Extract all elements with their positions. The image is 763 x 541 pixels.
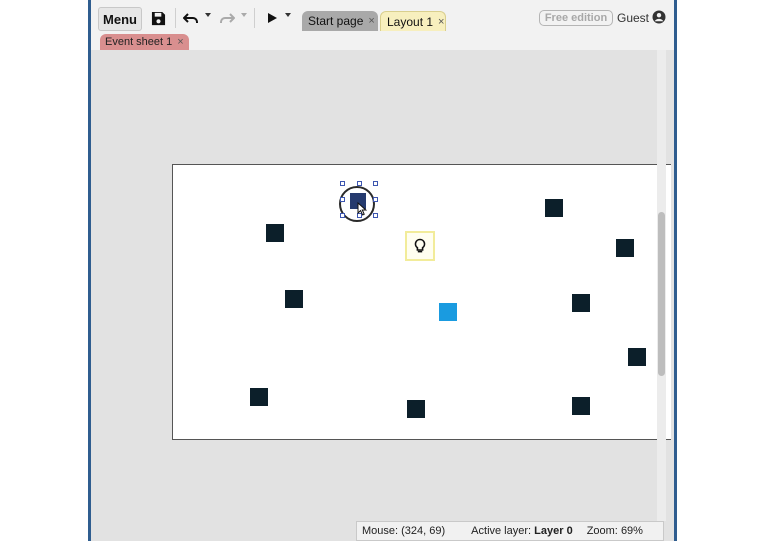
undo-icon[interactable] [183,9,199,27]
sprite[interactable] [285,290,303,308]
toolbar-divider [175,8,176,28]
play-dropdown-icon[interactable] [285,13,291,17]
sprite[interactable] [545,199,563,217]
lightbulb-icon [414,238,426,253]
layout-canvas[interactable] [172,164,671,440]
mouse-label: Mouse: [362,525,399,537]
tab-event-sheet-1[interactable]: Event sheet 1 × [100,34,189,50]
player-sprite[interactable] [439,303,457,321]
zoom-value: 69% [620,525,643,537]
tab-label: Event sheet 1 [105,36,173,48]
scrollbar-thumb[interactable] [658,212,665,376]
status-bar: Mouse: (324, 69) Active layer: Layer 0 Z… [356,521,664,541]
tab-label: Start page [308,14,364,28]
resize-handle[interactable] [357,181,362,186]
resize-handle[interactable] [340,213,345,218]
resize-handle[interactable] [373,181,378,186]
menu-button[interactable]: Menu [98,7,142,31]
mouse-coordinates: (324, 69) [401,525,446,537]
resize-handle[interactable] [340,181,345,186]
user-icon[interactable] [652,10,666,24]
play-icon[interactable] [266,9,278,27]
toolbar-divider [254,8,255,28]
zoom-label: Zoom: [586,525,618,537]
tab-label: Layout 1 [387,14,434,29]
app-window: Menu Start page × Layout 1 × Free editio… [88,0,677,541]
mouse-cursor-icon [357,201,368,216]
close-icon[interactable]: × [177,36,183,48]
sprite[interactable] [572,294,590,312]
sprite[interactable] [250,388,268,406]
user-name[interactable]: Guest [617,11,649,25]
sprite[interactable] [266,224,284,242]
light-object[interactable] [405,231,435,261]
sprite[interactable] [616,239,634,257]
vertical-scrollbar[interactable] [657,50,666,521]
tab-start-page[interactable]: Start page × [302,11,378,31]
redo-icon [219,9,235,27]
sprite[interactable] [628,348,646,366]
active-layer-value: Layer 0 [534,525,573,537]
tab-layout-1[interactable]: Layout 1 × [380,11,446,31]
close-icon[interactable]: × [438,16,444,28]
redo-dropdown-icon [241,13,247,17]
sprite[interactable] [407,400,425,418]
save-icon[interactable] [151,9,166,27]
layout-viewport[interactable] [91,50,671,521]
main-toolbar: Menu Start page × Layout 1 × Free editio… [91,0,674,36]
resize-handle[interactable] [340,197,345,202]
close-icon[interactable]: × [368,15,374,27]
resize-handle[interactable] [373,213,378,218]
undo-dropdown-icon[interactable] [205,13,211,17]
active-layer-label: Active layer: [471,525,532,537]
resize-handle[interactable] [373,197,378,202]
sprite[interactable] [572,397,590,415]
free-edition-badge[interactable]: Free edition [539,10,613,26]
